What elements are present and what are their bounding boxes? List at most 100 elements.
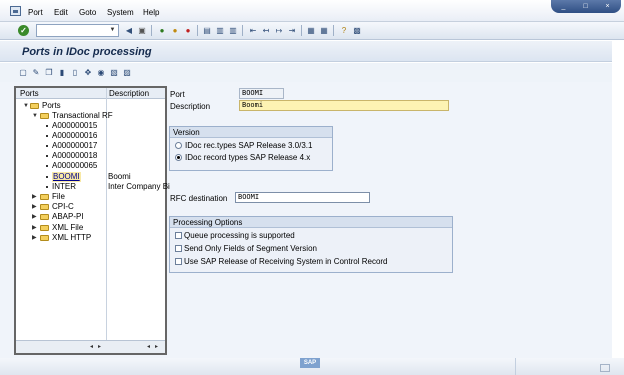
tree-node[interactable]: A000000015	[16, 121, 165, 131]
toolbar-divider	[197, 25, 198, 36]
display-icon[interactable]: ▧	[109, 67, 119, 78]
queue-processing-checkbox[interactable]	[175, 232, 182, 239]
scroll-right-icon[interactable]: ▸	[155, 343, 158, 350]
tree-node[interactable]: ▶ XML HTTP	[16, 233, 165, 243]
horizontal-scrollbar[interactable]: ◂ ▸ ◂ ▸	[16, 340, 165, 353]
column-header-ports[interactable]: Ports	[20, 89, 39, 98]
maximize-icon[interactable]: □	[581, 3, 590, 10]
tree-node[interactable]: A000000018	[16, 151, 165, 161]
port-field[interactable]: BOOMI	[239, 88, 284, 99]
menu-edit[interactable]: Edit	[54, 8, 68, 17]
segment-version-checkbox[interactable]	[175, 245, 182, 252]
shortcut-icon[interactable]: ▦	[319, 25, 329, 36]
status-resize-icon[interactable]	[600, 364, 610, 372]
tree-node[interactable]: ▶ File	[16, 192, 165, 202]
column-header-description[interactable]: Description	[109, 89, 149, 98]
title-bar: Ports in IDoc processing	[0, 41, 612, 62]
tree-node[interactable]: A000000017	[16, 141, 165, 151]
close-icon[interactable]: ×	[603, 3, 612, 10]
back-icon[interactable]: ●	[157, 25, 167, 36]
exit-icon[interactable]: ●	[170, 25, 180, 36]
enter-icon[interactable]: ✓	[18, 25, 29, 36]
menu-goto[interactable]: Goto	[79, 8, 96, 17]
menu-help[interactable]: Help	[143, 8, 159, 17]
last-page-icon[interactable]: ⇥	[287, 25, 297, 36]
refresh-icon[interactable]: ▨	[122, 67, 132, 78]
help-icon[interactable]: ?	[339, 25, 349, 36]
tree-node[interactable]: ▶ ABAP-PI	[16, 212, 165, 222]
sap-menu-icon[interactable]	[10, 6, 21, 16]
receiving-release-checkbox[interactable]	[175, 258, 182, 265]
chevron-down-icon[interactable]: ▼	[108, 26, 117, 35]
expand-triangle-icon[interactable]: ▶	[32, 223, 38, 233]
folder-icon	[40, 214, 49, 220]
find-next-icon[interactable]: ▥	[228, 25, 238, 36]
application-toolbar: ▢ ✎ ❐ ▮ ▯ ✥ ◉ ▧ ▨	[0, 63, 612, 82]
folder-icon	[40, 194, 49, 200]
tree-node-selected[interactable]: BOOMI Boomi	[16, 172, 165, 182]
bullet-icon	[46, 135, 48, 137]
folder-icon	[30, 103, 39, 109]
tree-node[interactable]: ▼ Ports	[16, 101, 165, 111]
standard-toolbar: ✓ ▼ ◀ ▣ ● ● ● ▤ ▥ ▥ ⇤ ↤ ↦ ⇥ ▦ ▦ ? ▩	[0, 22, 624, 40]
toolbar-divider	[301, 25, 302, 36]
save-icon[interactable]: ▣	[137, 25, 147, 36]
tree-node[interactable]: ▶ CPI-C	[16, 202, 165, 212]
tree-node[interactable]: ▶ XML File	[16, 223, 165, 233]
layout-menu-icon[interactable]: ▩	[352, 25, 362, 36]
bullet-icon	[46, 165, 48, 167]
rfc-destination-label: RFC destination	[170, 194, 228, 203]
menu-bar: Port Edit Goto System Help	[0, 0, 624, 22]
expand-triangle-icon[interactable]: ▶	[32, 202, 38, 212]
version-group-title: Version	[170, 127, 332, 138]
edit-icon[interactable]: ✎	[31, 67, 41, 78]
ports-tree: Ports Description ▼ Ports ▼ Transactiona…	[14, 86, 170, 355]
back-arrow-icon[interactable]: ◀	[124, 25, 134, 36]
expand-triangle-icon[interactable]: ▶	[32, 212, 38, 222]
toolbar-divider	[242, 25, 243, 36]
version-radio-3x[interactable]	[175, 142, 182, 149]
processing-options-title: Processing Options	[170, 217, 452, 228]
expand-triangle-icon[interactable]: ▶	[32, 233, 38, 243]
command-field[interactable]: ▼	[36, 24, 119, 37]
create-icon[interactable]: ▢	[18, 67, 28, 78]
version-option-3x-label[interactable]: IDoc rec.types SAP Release 3.0/3.1	[185, 141, 312, 150]
menu-system[interactable]: System	[107, 8, 134, 17]
transport-icon[interactable]: ▯	[70, 67, 80, 78]
next-page-icon[interactable]: ↦	[274, 25, 284, 36]
minimize-icon[interactable]: _	[559, 3, 568, 10]
scroll-right-icon[interactable]: ▸	[98, 343, 101, 350]
find-icon[interactable]: ▥	[215, 25, 225, 36]
segment-version-label[interactable]: Send Only Fields of Segment Version	[184, 244, 317, 253]
queue-processing-label[interactable]: Queue processing is supported	[184, 231, 295, 240]
copy-icon[interactable]: ❐	[44, 67, 54, 78]
delete-icon[interactable]: ▮	[57, 67, 67, 78]
toolbar-divider	[333, 25, 334, 36]
version-radio-4x[interactable]	[175, 154, 182, 161]
expand-tree-icon[interactable]: ✥	[83, 67, 93, 78]
scroll-left-icon[interactable]: ◂	[147, 343, 150, 350]
print-icon[interactable]: ▤	[202, 25, 212, 36]
tree-node[interactable]: A000000016	[16, 131, 165, 141]
first-page-icon[interactable]: ⇤	[248, 25, 258, 36]
tree-node[interactable]: INTER Inter Company Bi	[16, 182, 170, 192]
toolbar-divider	[151, 25, 152, 36]
folder-icon	[40, 235, 49, 241]
collapse-triangle-icon[interactable]: ▼	[23, 101, 29, 111]
main-area: Ports Description ▼ Ports ▼ Transactiona…	[0, 82, 612, 358]
new-session-icon[interactable]: ▦	[306, 25, 316, 36]
version-option-4x-label[interactable]: IDoc record types SAP Release 4.x	[185, 153, 310, 162]
folder-icon	[40, 204, 49, 210]
description-field[interactable]: Boomi	[239, 100, 449, 111]
tree-node[interactable]: ▼ Transactional RF	[16, 111, 165, 121]
collapse-triangle-icon[interactable]: ▼	[32, 111, 38, 121]
tree-node[interactable]: A000000065	[16, 161, 165, 171]
menu-port[interactable]: Port	[28, 8, 43, 17]
expand-triangle-icon[interactable]: ▶	[32, 192, 38, 202]
rfc-destination-field[interactable]: BOOMI	[235, 192, 370, 203]
cancel-icon[interactable]: ●	[183, 25, 193, 36]
scroll-left-icon[interactable]: ◂	[90, 343, 93, 350]
previous-page-icon[interactable]: ↤	[261, 25, 271, 36]
receiving-release-label[interactable]: Use SAP Release of Receiving System in C…	[184, 257, 388, 266]
check-icon[interactable]: ◉	[96, 67, 106, 78]
